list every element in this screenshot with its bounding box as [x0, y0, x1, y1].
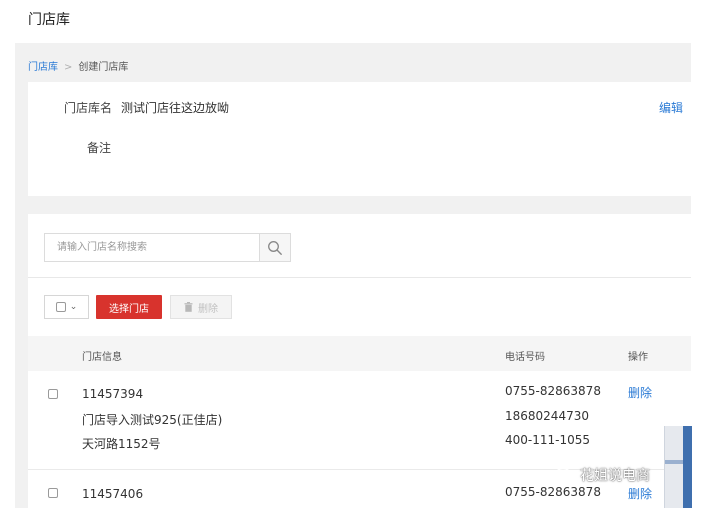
store-phone: 0755-82863878 [505, 485, 601, 499]
divider [28, 277, 691, 278]
table-header: 门店信息 电话号码 操作 [28, 336, 691, 371]
search-box [44, 233, 291, 262]
store-phone: 18680244730 [505, 409, 589, 423]
side-thumbnail [664, 426, 692, 508]
column-header-store-info: 门店信息 [82, 352, 122, 363]
row-checkbox[interactable] [48, 488, 58, 498]
row-delete-link[interactable]: 删除 [628, 485, 652, 502]
column-header-phone: 电话号码 [505, 352, 545, 363]
search-input[interactable] [45, 234, 260, 261]
store-address: 天河路1152号 [82, 437, 161, 451]
store-name: 门店导入测试925(正佳店) [82, 413, 223, 427]
breadcrumb-current: 创建门店库 [78, 62, 129, 73]
search-icon [268, 240, 282, 255]
store-id: 11457406 [82, 487, 144, 501]
edit-link[interactable]: 编辑 [659, 99, 683, 116]
watermark: 花姐说电商 [555, 465, 650, 485]
store-list-card: ⌄ 选择门店 删除 门店信息 电话号码 操作 11457394 门店导入测试92… [28, 214, 691, 508]
breadcrumb: 门店库 > 创建门店库 [28, 58, 128, 73]
remark-label: 备注 [87, 141, 112, 155]
side-thumbnail-bar [683, 426, 692, 508]
batch-delete-label: 删除 [198, 303, 218, 315]
column-header-operation: 操作 [628, 352, 648, 363]
breadcrumb-separator: > [64, 62, 73, 73]
store-id: 11457394 [82, 387, 144, 401]
row-checkbox[interactable] [48, 389, 58, 399]
library-info-card: 门店库名 测试门店往这边放呦 编辑 备注 [28, 82, 691, 196]
page-title: 门店库 [28, 12, 70, 28]
store-phone: 400-111-1055 [505, 433, 591, 447]
store-phone: 0755-82863878 [505, 384, 601, 398]
library-name-label: 门店库名 [64, 101, 113, 115]
select-all-checkbox[interactable] [55, 302, 66, 312]
search-button[interactable] [259, 234, 290, 261]
batch-delete-button[interactable]: 删除 [170, 295, 232, 319]
library-name-value: 测试门店往这边放呦 [121, 101, 230, 115]
row-delete-link[interactable]: 删除 [628, 384, 652, 401]
select-store-button[interactable]: 选择门店 [96, 295, 162, 319]
select-all-dropdown[interactable]: ⌄ [44, 295, 89, 319]
table-row: 11457394 门店导入测试925(正佳店) 天河路1152号 0755-82… [28, 371, 691, 470]
trash-icon [184, 302, 193, 312]
wechat-icon [555, 467, 577, 483]
watermark-text: 花姐说电商 [580, 468, 650, 484]
chevron-down-icon: ⌄ [69, 301, 78, 312]
breadcrumb-root-link[interactable]: 门店库 [28, 62, 58, 73]
